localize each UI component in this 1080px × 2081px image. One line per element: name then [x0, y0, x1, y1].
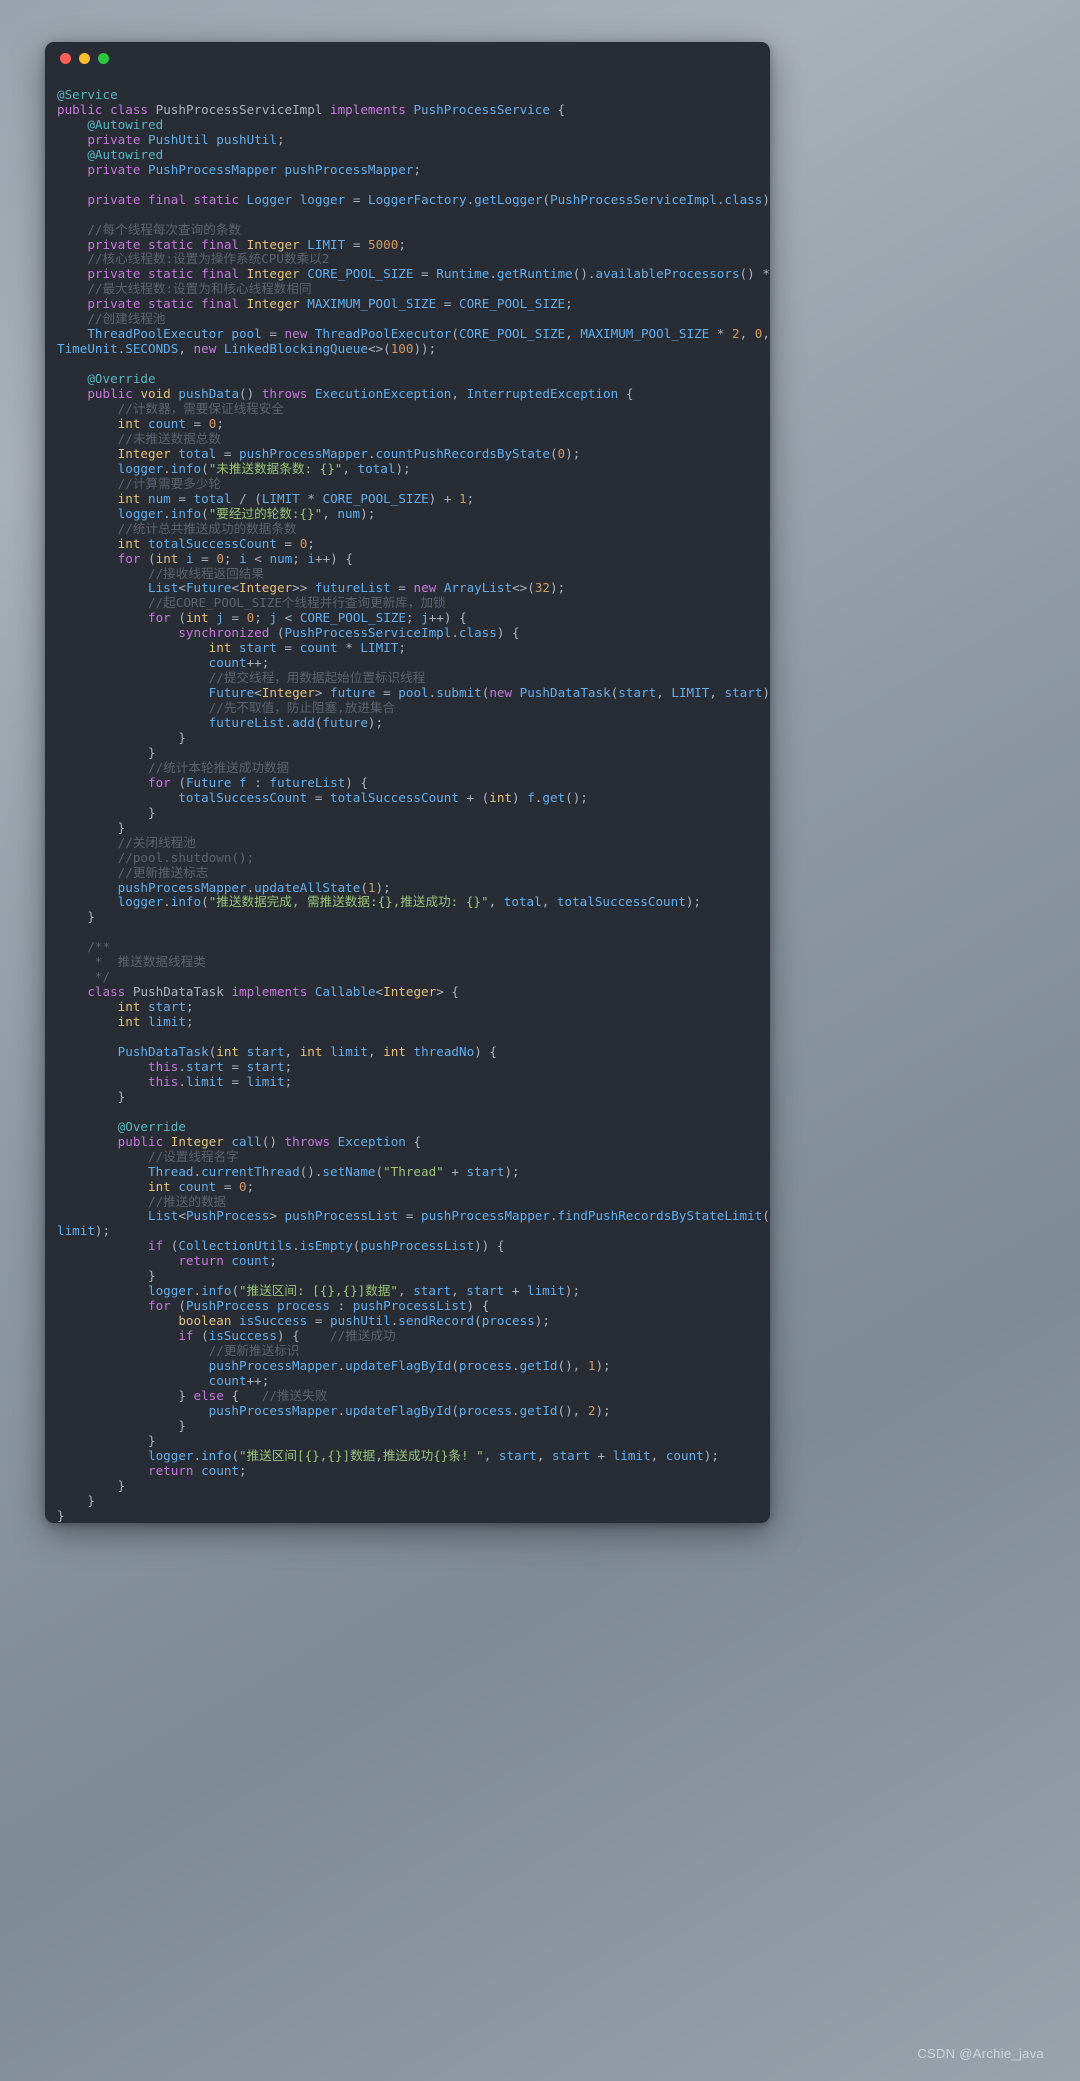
- minimize-icon[interactable]: [79, 52, 90, 64]
- code-area[interactable]: @Service public class PushProcessService…: [45, 74, 770, 1523]
- close-icon[interactable]: [60, 52, 71, 64]
- code-block[interactable]: @Service public class PushProcessService…: [45, 87, 770, 1523]
- window-titlebar: [45, 42, 770, 74]
- maximize-icon[interactable]: [98, 52, 109, 64]
- watermark: CSDN @Archie_java: [917, 2046, 1044, 2061]
- code-window: @Service public class PushProcessService…: [45, 42, 770, 1523]
